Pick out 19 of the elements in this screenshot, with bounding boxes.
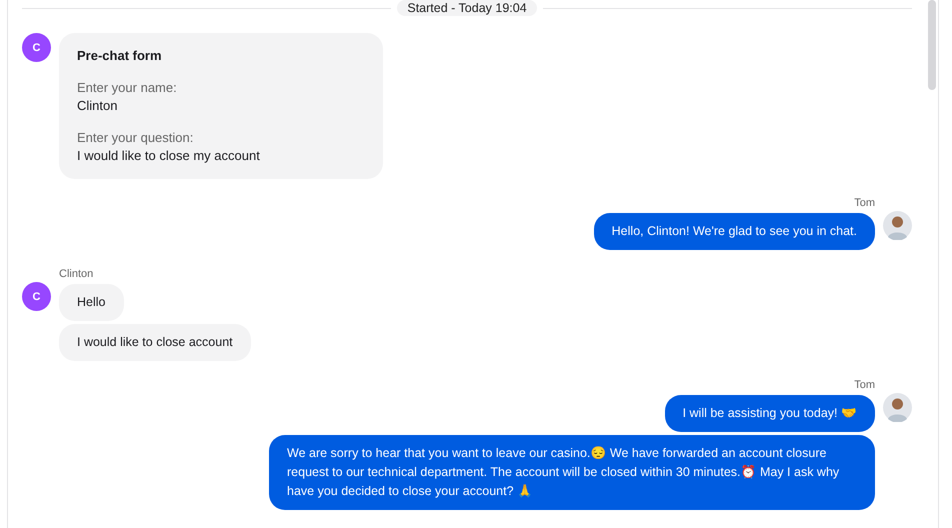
avatar-silhouette-icon	[883, 393, 912, 422]
sender-name: Clinton	[59, 267, 94, 281]
message-bubble: I would like to close account	[59, 324, 251, 361]
date-separator: Started - Today 19:04	[397, 0, 537, 16]
message-bubble: I will be assisting you today! 🤝	[664, 395, 875, 432]
message-bubble: Hello, Clinton! We're glad to see you in chat.	[594, 213, 875, 250]
message-bubble: Hello	[59, 284, 124, 321]
form-field-value: I would like to close my account	[77, 147, 261, 165]
user-avatar: C	[22, 282, 51, 311]
scrollbar[interactable]	[928, 0, 936, 90]
sender-name: Tom	[854, 378, 875, 392]
message-bubble: We are sorry to hear that you want to leave our casino.😔 We have forwarded an account closure request to our technical department. The account will be closed within 30 minutes.⏰ May I ask why have you decided to close your account? 🙏	[269, 435, 875, 510]
sender-name: Tom	[854, 196, 875, 210]
form-title: Pre-chat form	[77, 47, 163, 65]
avatar-silhouette-icon	[883, 211, 912, 240]
form-field-label: Enter your question:	[77, 129, 194, 147]
form-field-label: Enter your name:	[77, 79, 178, 97]
form-field-value: Clinton	[77, 97, 118, 115]
user-avatar: C	[22, 33, 51, 62]
